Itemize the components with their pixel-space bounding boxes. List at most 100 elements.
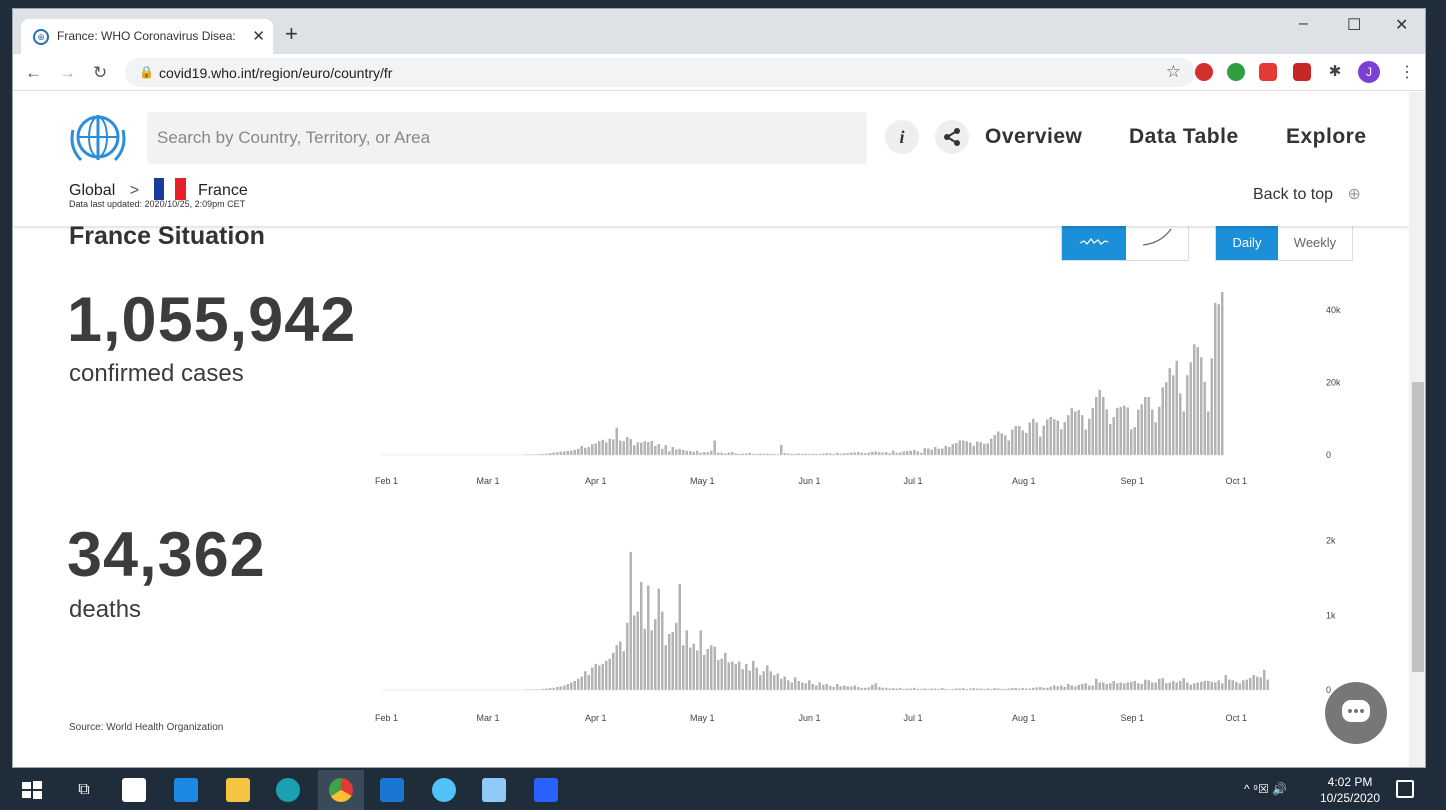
share-icon[interactable] [935, 120, 969, 154]
bar [1137, 683, 1140, 690]
forward-arrow-icon[interactable]: → [59, 63, 76, 83]
bar [1032, 418, 1035, 455]
bar [1137, 409, 1140, 455]
bar [881, 452, 884, 455]
bar [983, 443, 986, 455]
x-tick-label: Feb 1 [375, 713, 398, 723]
word-icon[interactable] [534, 778, 558, 802]
file-explorer-icon[interactable] [226, 778, 250, 802]
bar [825, 453, 828, 455]
breadcrumb-global[interactable]: Global [69, 182, 115, 199]
browser-tab[interactable]: ⊕ France: WHO Coronavirus Disea: ✕ [21, 19, 273, 54]
bar [1074, 411, 1077, 455]
who-logo-icon[interactable] [67, 110, 129, 166]
pocket-icon[interactable] [1259, 63, 1277, 81]
daily-button[interactable]: Daily [1216, 226, 1278, 260]
bar [752, 660, 755, 690]
bar [577, 678, 580, 690]
bar [878, 687, 881, 690]
bar [1214, 302, 1217, 455]
bar [871, 451, 874, 455]
bar [703, 654, 706, 690]
start-windows-icon[interactable] [20, 778, 44, 802]
maximize-button[interactable]: ☐ [1347, 15, 1361, 35]
bar [664, 645, 667, 690]
bar [885, 452, 888, 455]
task-view-icon[interactable]: ⧉ [72, 778, 96, 802]
edge-icon[interactable] [276, 778, 300, 802]
bar [899, 687, 902, 690]
adblock-icon[interactable] [1195, 63, 1213, 81]
bar [972, 688, 975, 690]
app-icon[interactable] [432, 778, 456, 802]
bar [801, 682, 804, 690]
bar [1147, 680, 1150, 690]
search-box[interactable] [147, 112, 867, 164]
bar [685, 450, 688, 455]
bar [1126, 682, 1129, 690]
bar [804, 683, 807, 690]
bar [1168, 682, 1171, 690]
bar [724, 652, 727, 690]
minimize-button[interactable]: – [1299, 15, 1308, 33]
page-scrollbar[interactable] [1409, 92, 1425, 767]
bar [612, 439, 615, 455]
profile-avatar[interactable]: J [1358, 61, 1380, 83]
green-ext-icon[interactable] [1227, 63, 1245, 81]
bar [1088, 418, 1091, 455]
mail-icon[interactable] [380, 778, 404, 802]
shield-ext-icon[interactable] [1293, 63, 1311, 81]
address-bar[interactable]: 🔒 covid19.who.int/region/euro/country/fr… [125, 58, 1195, 87]
bar [605, 660, 608, 690]
chat-button[interactable] [1325, 682, 1387, 744]
back-arrow-icon[interactable]: ← [25, 63, 42, 83]
bar [1193, 683, 1196, 690]
bar [825, 684, 828, 690]
bar [1151, 682, 1154, 690]
bar [1221, 683, 1224, 690]
bar [727, 452, 730, 455]
search-input[interactable] [147, 112, 867, 164]
new-tab-button[interactable]: + [285, 23, 298, 45]
cumulative-chart-style-button[interactable] [1126, 226, 1188, 260]
chart-style-toggle [1061, 225, 1189, 261]
bar [1049, 686, 1052, 690]
notes-icon[interactable] [482, 778, 506, 802]
weekly-button[interactable]: Weekly [1278, 226, 1352, 260]
close-window-button[interactable]: ✕ [1395, 15, 1408, 35]
bar-chart-style-button[interactable] [1062, 226, 1126, 260]
x-tick-label: Sep 1 [1121, 476, 1145, 486]
menu-kebab-icon[interactable]: ⋮ [1399, 62, 1415, 82]
bar [706, 452, 709, 455]
system-tray[interactable]: ^ ⁹☒ 🔊 [1244, 782, 1287, 796]
scrollbar-thumb[interactable] [1412, 382, 1424, 672]
bar [843, 453, 846, 455]
bar [552, 687, 555, 690]
bar [1042, 687, 1045, 690]
tab-close-icon[interactable]: ✕ [252, 27, 265, 45]
nav-explore[interactable]: Explore [1286, 125, 1367, 149]
bar [871, 684, 874, 690]
bar [664, 445, 667, 455]
store-icon[interactable] [122, 778, 146, 802]
bar [1186, 375, 1189, 455]
puzzle-icon[interactable]: ✱ [1326, 63, 1344, 81]
info-icon[interactable]: i [885, 120, 919, 154]
x-tick-label: Jul 1 [904, 713, 923, 723]
bar [1151, 409, 1154, 455]
notifications-icon[interactable] [1396, 780, 1414, 798]
chrome-taskbar-button[interactable] [318, 770, 364, 810]
back-to-top-link[interactable]: Back to top ⊕ [1253, 184, 1361, 204]
bar [598, 665, 601, 690]
reload-icon[interactable]: ↻ [93, 63, 107, 83]
bar [622, 441, 625, 455]
bar [633, 445, 636, 455]
clock[interactable]: 4:02 PM 10/25/2020 [1316, 774, 1384, 806]
bookmark-star-icon[interactable]: ☆ [1166, 62, 1181, 82]
bar [622, 651, 625, 690]
nav-overview[interactable]: Overview [985, 125, 1082, 149]
dropbox-icon[interactable] [174, 778, 198, 802]
bar [1189, 362, 1192, 455]
bar [605, 442, 608, 455]
nav-data-table[interactable]: Data Table [1129, 125, 1239, 149]
